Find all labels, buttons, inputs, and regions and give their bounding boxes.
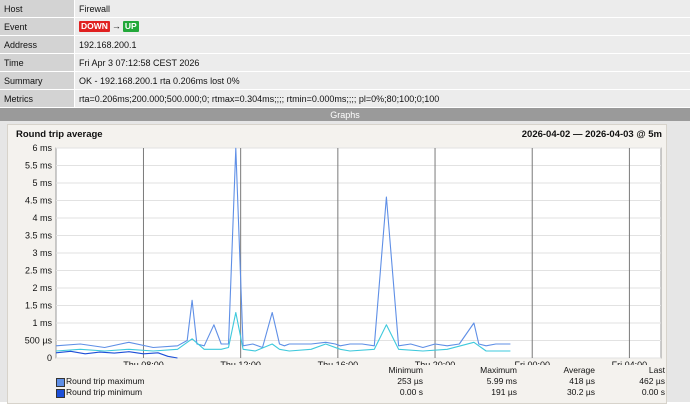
y-tick-label: 4.5 ms bbox=[25, 196, 53, 206]
y-tick-label: 5 ms bbox=[32, 178, 52, 188]
y-tick-label: 2.5 ms bbox=[25, 266, 53, 276]
y-tick-label: 1.5 ms bbox=[25, 301, 53, 311]
y-tick-label: 3 ms bbox=[32, 248, 52, 258]
time-value: Fri Apr 3 07:12:58 CEST 2026 bbox=[75, 54, 690, 72]
info-row-time: Time Fri Apr 3 07:12:58 CEST 2026 bbox=[0, 54, 690, 72]
info-row-host: Host Firewall bbox=[0, 0, 690, 18]
legend-col-maximum: Maximum bbox=[447, 365, 517, 376]
legend-row-min[interactable]: Round trip minimum 0.00 s 191 µs 30.2 µs… bbox=[55, 387, 665, 398]
address-label: Address bbox=[0, 36, 75, 54]
event-value: DOWN→UP bbox=[75, 18, 690, 36]
legend-min-maximum: 191 µs bbox=[447, 387, 517, 398]
rta-graph-panel: Round trip average 2026-04-02 — 2026-04-… bbox=[7, 124, 667, 404]
state-down-badge: DOWN bbox=[79, 21, 110, 32]
metrics-value: rta=0.206ms;200.000;500.000;0; rtmax=0.3… bbox=[75, 90, 690, 108]
legend-max-maximum: 5.99 ms bbox=[447, 376, 517, 387]
legend-max-last: 462 µs bbox=[595, 376, 665, 387]
legend-name-min: Round trip minimum bbox=[66, 387, 142, 398]
address-value: 192.168.200.1 bbox=[75, 36, 690, 54]
host-label: Host bbox=[0, 0, 75, 18]
legend-min-last: 0.00 s bbox=[595, 387, 665, 398]
host-value: Firewall bbox=[75, 0, 690, 18]
legend-col-last: Last bbox=[595, 365, 665, 376]
legend-name-max: Round trip maximum bbox=[66, 376, 144, 387]
y-tick-label: 2 ms bbox=[32, 283, 52, 293]
y-tick-label: 5.5 ms bbox=[25, 161, 53, 171]
time-label: Time bbox=[0, 54, 75, 72]
legend-col-average: Average bbox=[525, 365, 595, 376]
graph-area: Round trip average 2026-04-02 — 2026-04-… bbox=[0, 121, 690, 402]
legend-min-minimum: 0.00 s bbox=[353, 387, 423, 398]
y-tick-label: 0 bbox=[47, 353, 52, 363]
summary-label: Summary bbox=[0, 72, 75, 90]
legend-swatch-max bbox=[56, 378, 65, 387]
legend-col-minimum: Minimum bbox=[353, 365, 423, 376]
info-row-summary: Summary OK - 192.168.200.1 rta 0.206ms l… bbox=[0, 72, 690, 90]
legend-max-average: 418 µs bbox=[525, 376, 595, 387]
info-row-address: Address 192.168.200.1 bbox=[0, 36, 690, 54]
info-row-metrics: Metrics rta=0.206ms;200.000;500.000;0; r… bbox=[0, 90, 690, 108]
legend-max-minimum: 253 µs bbox=[353, 376, 423, 387]
info-row-event: Event DOWN→UP bbox=[0, 18, 690, 36]
graph-legend: Minimum Maximum Average Last Round trip … bbox=[55, 365, 665, 398]
y-tick-label: 6 ms bbox=[32, 143, 52, 153]
summary-value: OK - 192.168.200.1 rta 0.206ms lost 0% bbox=[75, 72, 690, 90]
y-tick-label: 4 ms bbox=[32, 213, 52, 223]
legend-header-row: Minimum Maximum Average Last bbox=[55, 365, 665, 376]
event-label: Event bbox=[0, 18, 75, 36]
rta-line-chart[interactable]: 0 500 µs 1 ms 1.5 ms 2 ms 2.5 ms 3 ms 3.5 ms 4 m… bbox=[8, 125, 666, 365]
legend-swatch-min bbox=[56, 389, 65, 398]
event-info-table: Host Firewall Event DOWN→UP Address 192.… bbox=[0, 0, 690, 108]
legend-min-average: 30.2 µs bbox=[525, 387, 595, 398]
y-tick-label: 500 µs bbox=[25, 336, 53, 346]
metrics-label: Metrics bbox=[0, 90, 75, 108]
y-tick-label: 3.5 ms bbox=[25, 231, 53, 241]
y-tick-label: 1 ms bbox=[32, 318, 52, 328]
state-up-badge: UP bbox=[123, 21, 139, 32]
arrow-right-icon: → bbox=[112, 21, 121, 31]
legend-row-max[interactable]: Round trip maximum 253 µs 5.99 ms 418 µs… bbox=[55, 376, 665, 387]
